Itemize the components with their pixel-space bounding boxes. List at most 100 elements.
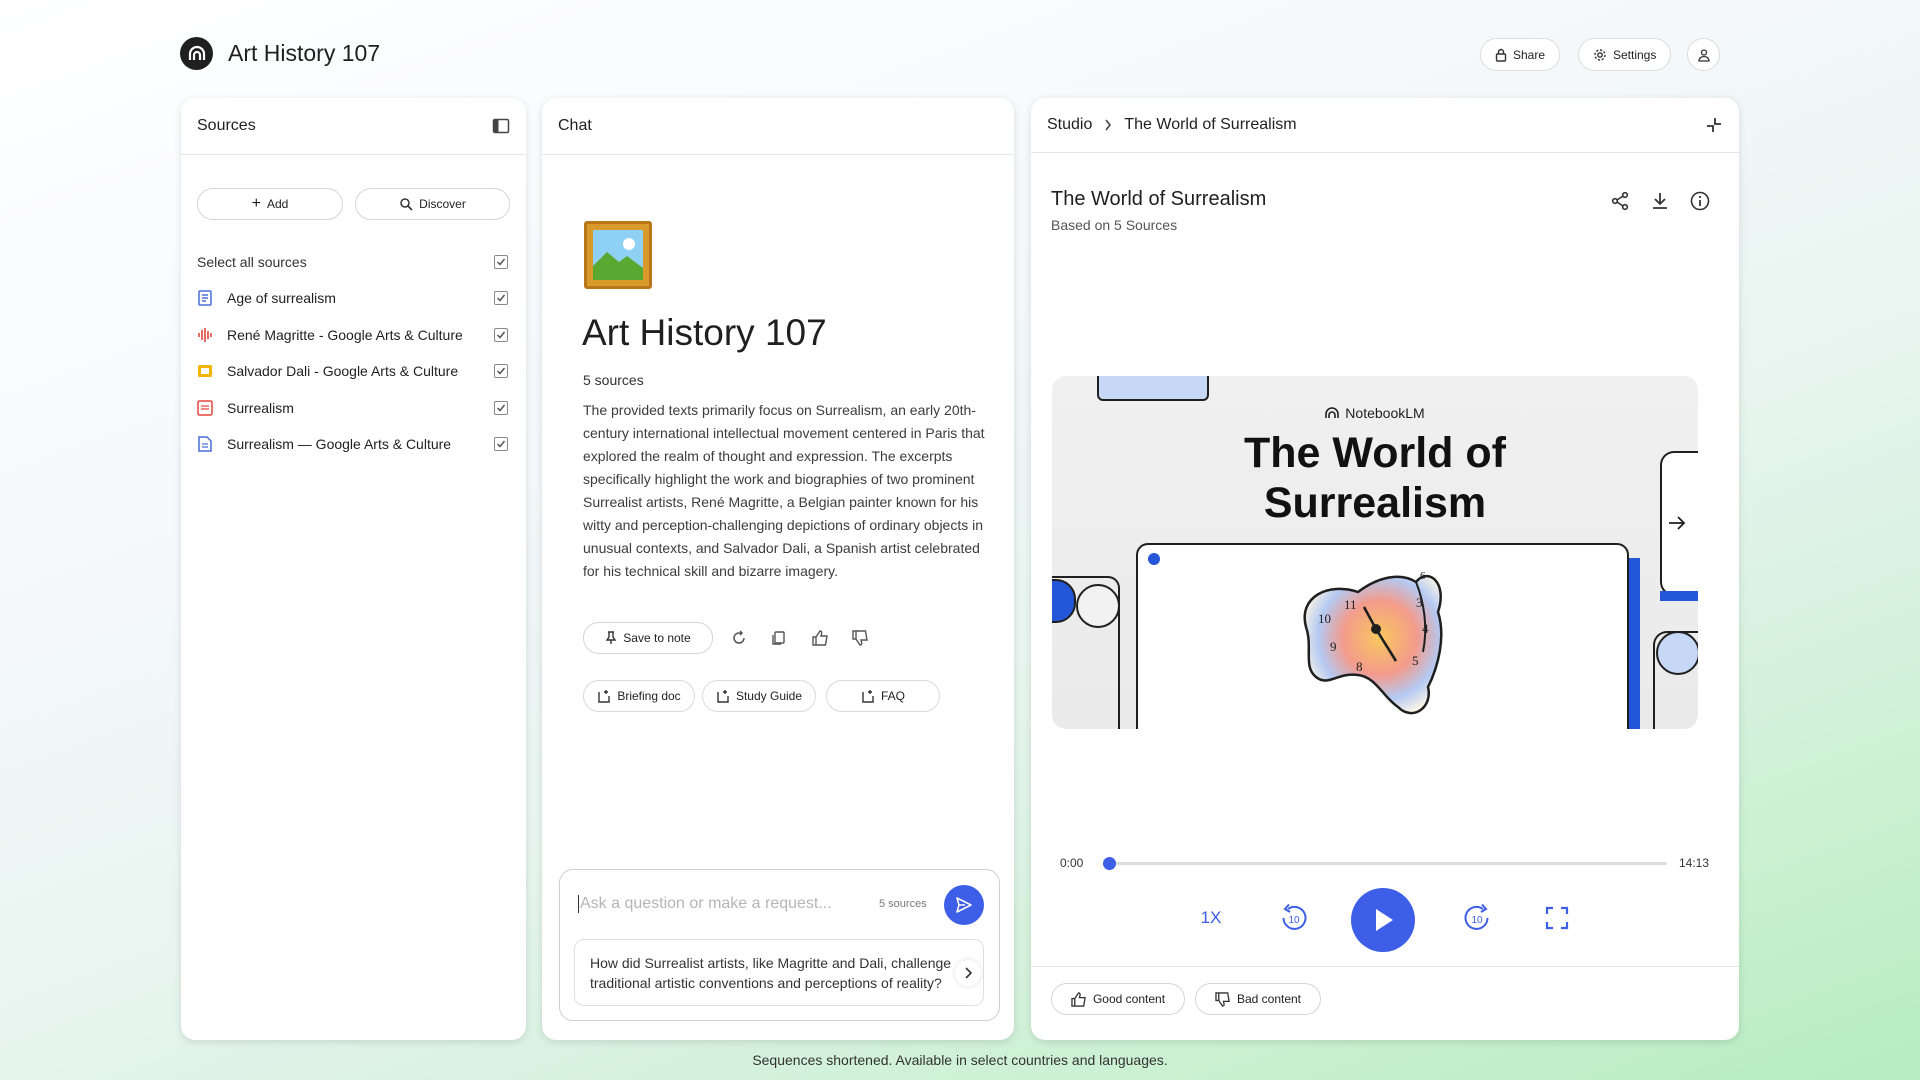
- clock-numeral: 8: [1356, 659, 1363, 674]
- breadcrumb-root[interactable]: Studio: [1047, 116, 1092, 134]
- source-checkbox[interactable]: [494, 364, 508, 378]
- breadcrumb-current: The World of Surrealism: [1124, 116, 1297, 133]
- sources-header: Sources: [181, 98, 526, 155]
- lock-icon: [1495, 48, 1507, 62]
- slide-brand: NotebookLM: [1052, 405, 1698, 421]
- refresh-icon: [733, 630, 745, 644]
- forward-button[interactable]: 10: [1459, 900, 1495, 936]
- collapse-studio-button[interactable]: [1705, 116, 1723, 134]
- slide-title-line-1: The World of: [1244, 429, 1506, 477]
- source-checkbox[interactable]: [494, 400, 508, 415]
- chip-label: FAQ: [880, 689, 905, 703]
- chip-label: Study Guide: [735, 689, 803, 703]
- deco-blue-stripe: [1628, 558, 1640, 729]
- forward-10-icon: 10: [1464, 903, 1489, 930]
- overview-subtitle: Based on 5 Sources: [1051, 217, 1178, 233]
- sources-panel: Sources + Add Discover Select all source…: [181, 98, 526, 1040]
- settings-label: Settings: [1613, 47, 1657, 62]
- chat-title: Chat: [558, 117, 592, 134]
- source-checkbox[interactable]: [494, 437, 508, 451]
- source-checkbox[interactable]: [494, 327, 508, 342]
- deco-circle-right: [1656, 631, 1698, 675]
- slide-title: The World of Surrealism: [1052, 428, 1698, 528]
- discover-button[interactable]: Discover: [355, 188, 510, 220]
- playback-speed-button[interactable]: 1X: [1191, 906, 1231, 930]
- source-item-label: Surrealism — Google Arts & Culture: [227, 436, 452, 452]
- pdf-icon: [197, 399, 213, 416]
- select-all-checkbox[interactable]: [494, 255, 508, 269]
- source-item[interactable]: Salvador Dali - Google Arts & Culture: [197, 359, 508, 383]
- notebooklm-logo[interactable]: [180, 37, 213, 70]
- deco-circle-left: [1076, 584, 1120, 628]
- chat-input-box: Ask a question or make a request... 5 so…: [559, 869, 1000, 1021]
- select-all-row[interactable]: Select all sources: [197, 250, 508, 274]
- save-to-note-label: Save to note: [623, 631, 691, 645]
- chip-faq[interactable]: FAQ: [826, 680, 940, 712]
- play-button[interactable]: [1351, 888, 1415, 952]
- copy-button[interactable]: [769, 628, 789, 648]
- next-suggestion-button[interactable]: [955, 960, 981, 986]
- video-slide[interactable]: NotebookLM The World of Surrealism 11 10…: [1052, 376, 1698, 729]
- document-icon: [197, 290, 213, 306]
- thumbs-up-icon: [811, 630, 828, 646]
- add-source-button[interactable]: + Add: [197, 188, 343, 220]
- thumbs-down-button[interactable]: [850, 628, 870, 648]
- settings-button[interactable]: Settings: [1578, 38, 1672, 71]
- note-add-icon: [717, 690, 729, 703]
- progress-knob[interactable]: [1103, 857, 1116, 870]
- copy-icon: [772, 631, 785, 645]
- bad-content-button[interactable]: Bad content: [1195, 983, 1321, 1015]
- send-icon: [956, 897, 972, 913]
- pin-icon: [605, 631, 617, 644]
- save-to-note-button[interactable]: Save to note: [583, 622, 713, 654]
- source-checkbox[interactable]: [494, 291, 508, 305]
- download-button[interactable]: [1649, 190, 1671, 212]
- notebook-summary: The provided texts primarily focus on Su…: [583, 402, 985, 579]
- overview-title: The World of Surrealism: [1051, 188, 1267, 210]
- time-current: 0:00: [1060, 856, 1084, 870]
- source-item-label: René Magritte - Google Arts & Culture: [227, 326, 463, 343]
- thumbs-down-icon: [1215, 991, 1230, 1007]
- good-content-label: Good content: [1092, 992, 1166, 1006]
- info-button[interactable]: [1689, 190, 1711, 212]
- send-button[interactable]: [944, 885, 984, 925]
- chip-briefing-doc[interactable]: Briefing doc: [583, 680, 695, 712]
- source-item[interactable]: Surrealism: [197, 396, 508, 420]
- clock-numeral: 10: [1318, 611, 1331, 626]
- suggested-question[interactable]: How did Surrealist artists, like Magritt…: [574, 939, 984, 1006]
- rewind-button[interactable]: 10: [1276, 900, 1312, 936]
- account-button[interactable]: [1687, 38, 1720, 71]
- slide-title-line-2: Surrealism: [1263, 479, 1487, 527]
- download-icon: [1653, 193, 1667, 209]
- time-total: 14:13: [1679, 856, 1710, 870]
- slide-brand-label: NotebookLM: [1345, 405, 1425, 421]
- regenerate-button[interactable]: [729, 628, 749, 648]
- check-icon: [496, 404, 506, 412]
- thumbs-down-icon: [851, 630, 868, 646]
- discover-label: Discover: [419, 197, 466, 211]
- notebook-title: Art History 107: [582, 312, 827, 353]
- source-item[interactable]: Surrealism — Google Arts & Culture: [197, 432, 508, 456]
- share-button[interactable]: Share: [1480, 38, 1561, 71]
- collapse-panel-button[interactable]: [492, 118, 510, 134]
- info-icon: [1690, 191, 1710, 211]
- input-source-count: 5 sources: [879, 898, 927, 910]
- good-content-button[interactable]: Good content: [1051, 983, 1185, 1015]
- source-item[interactable]: Age of surrealism: [197, 286, 508, 310]
- check-icon: [496, 331, 506, 339]
- share-video-button[interactable]: [1609, 190, 1631, 212]
- thumbs-up-button[interactable]: [810, 628, 830, 648]
- source-item[interactable]: René Magritte - Google Arts & Culture: [197, 323, 508, 347]
- chat-input[interactable]: Ask a question or make a request...: [578, 895, 838, 913]
- logo-icon: [188, 45, 205, 60]
- suggested-question-text: How did Surrealist artists, like Magritt…: [590, 955, 952, 991]
- progress-track[interactable]: [1103, 857, 1667, 870]
- app-title: Art History 107: [228, 40, 381, 66]
- rewind-10-icon: 10: [1282, 903, 1307, 930]
- clock-numeral: 3: [1416, 595, 1423, 610]
- fullscreen-button[interactable]: [1541, 902, 1573, 934]
- chip-study-guide[interactable]: Study Guide: [702, 680, 816, 712]
- gear-icon: [1594, 48, 1606, 61]
- chat-panel: Chat Art History 107 5 sources The provi…: [542, 98, 1014, 1040]
- source-item-label: Salvador Dali - Google Arts & Culture: [227, 363, 459, 379]
